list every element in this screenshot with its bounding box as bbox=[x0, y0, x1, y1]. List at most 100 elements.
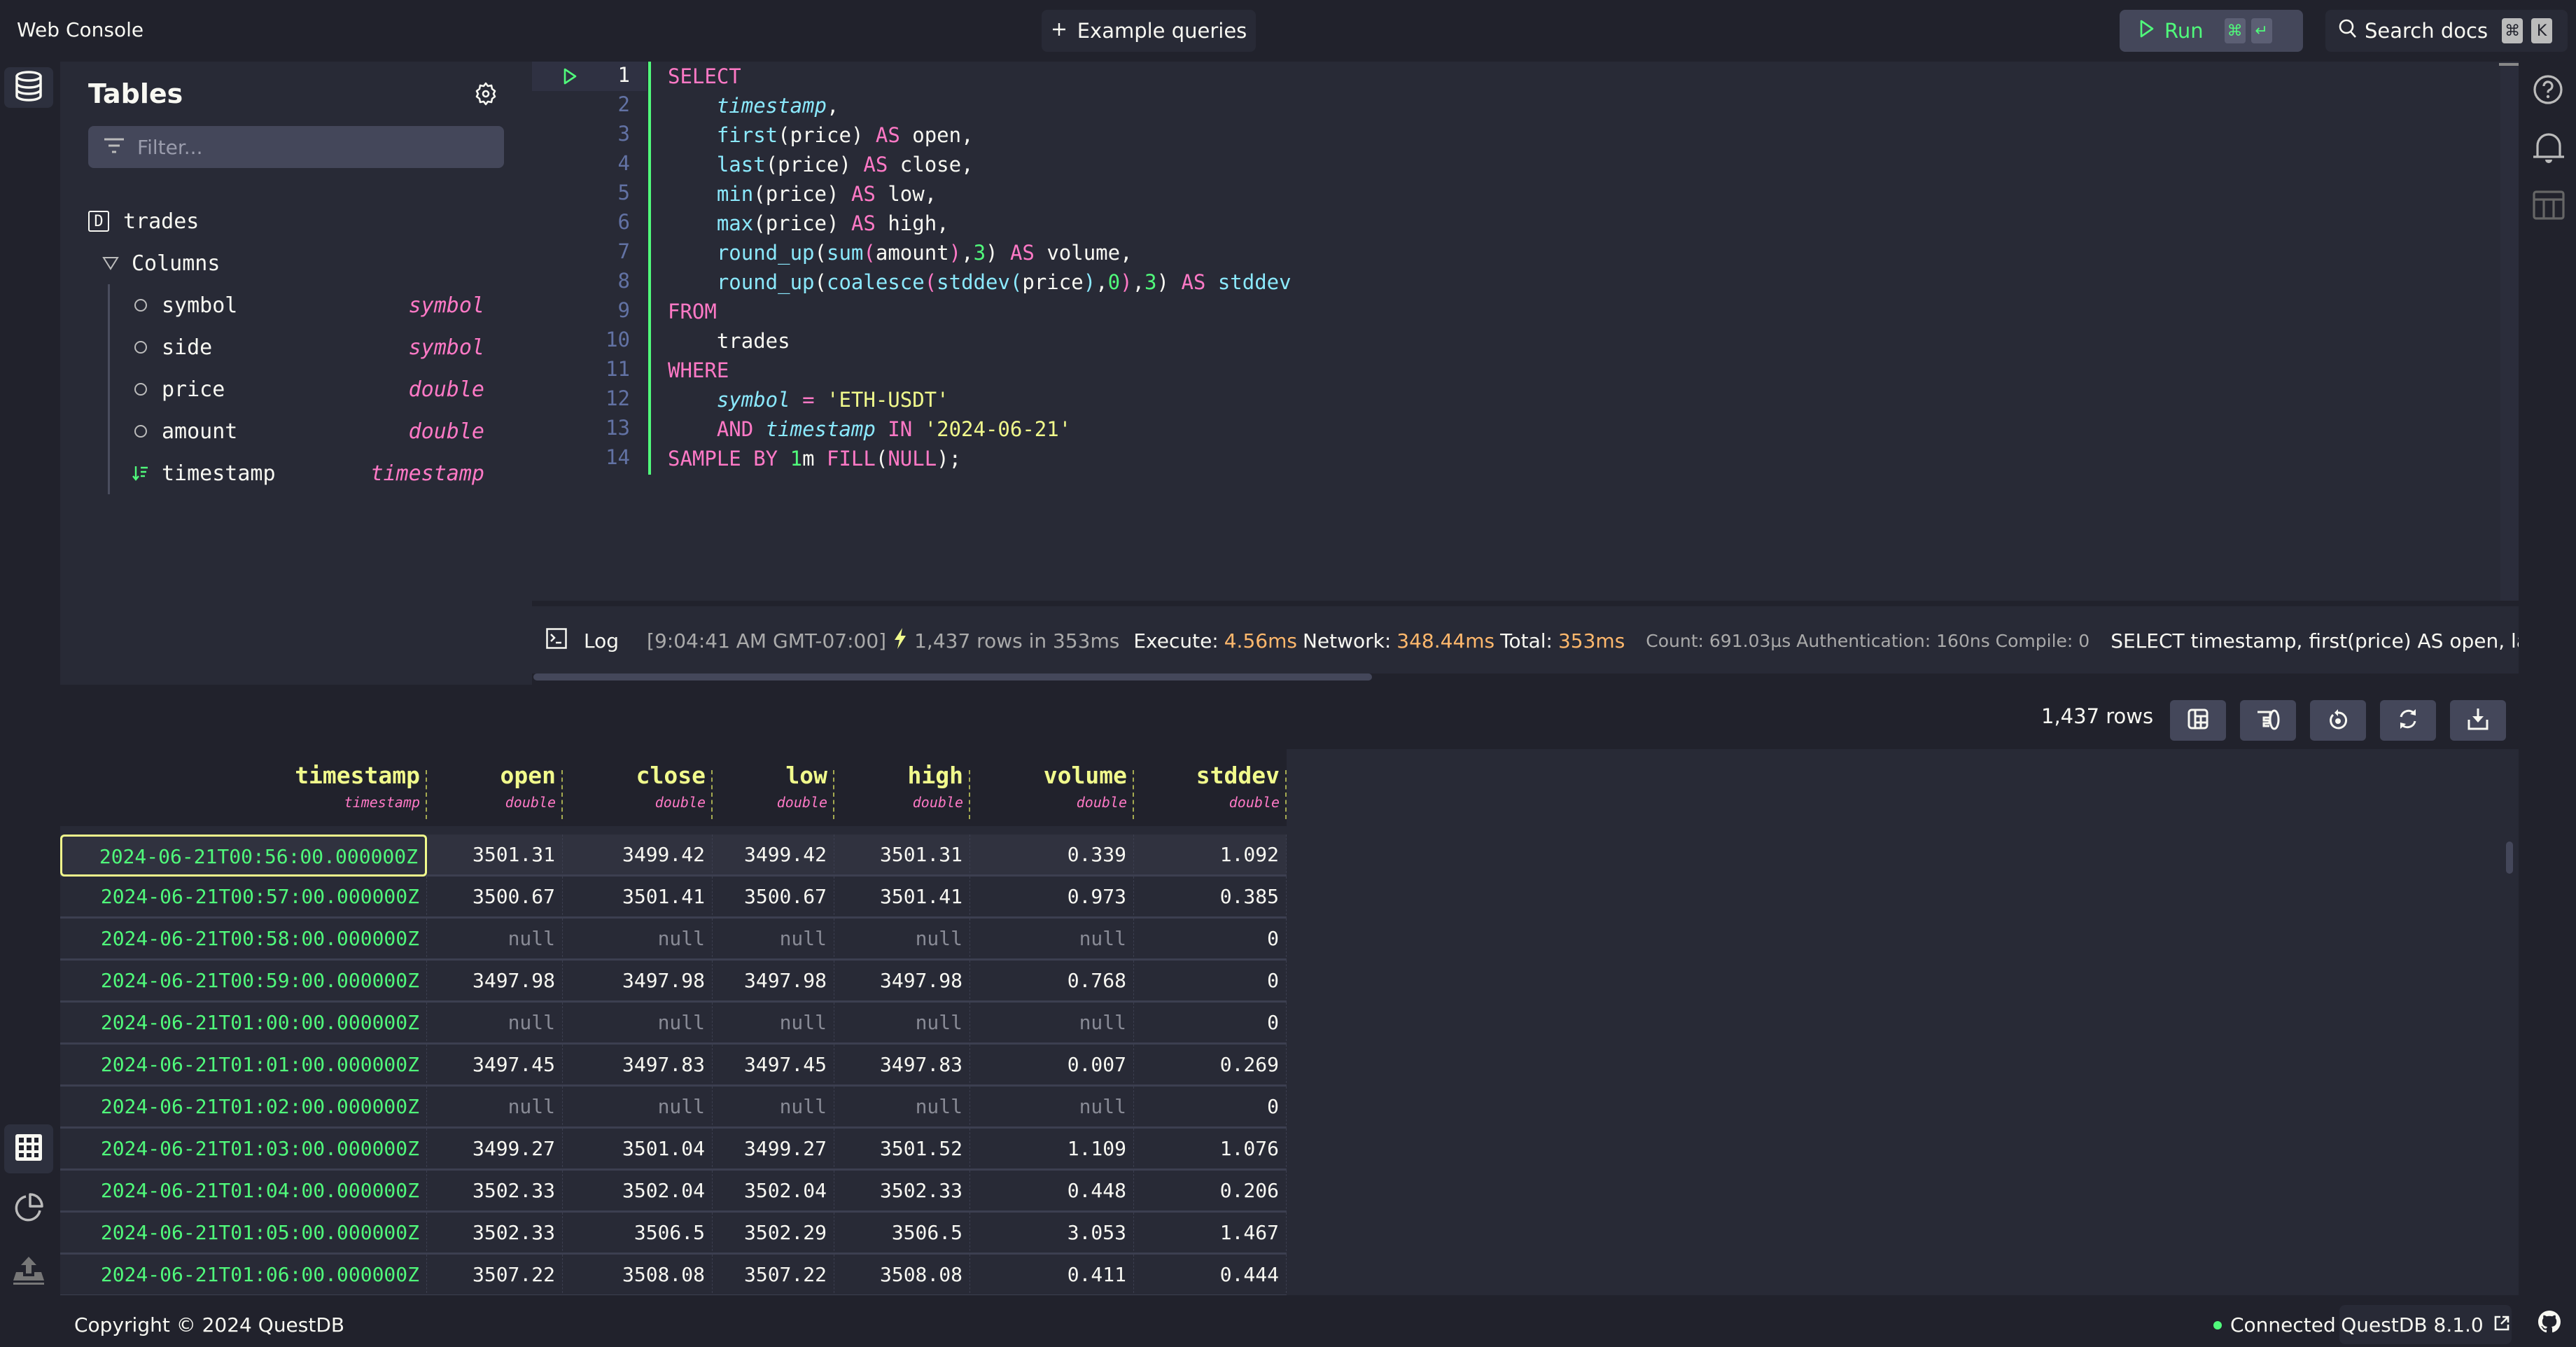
help-button[interactable] bbox=[2533, 74, 2563, 108]
cell-low[interactable]: 3499.27 bbox=[713, 1129, 834, 1171]
cell-volume[interactable]: 0.448 bbox=[970, 1171, 1134, 1213]
cell-volume[interactable]: null bbox=[970, 1003, 1134, 1045]
cell-volume[interactable]: 0.973 bbox=[970, 877, 1134, 919]
cell-stddev[interactable]: 1.076 bbox=[1134, 1129, 1287, 1171]
table-row[interactable]: 2024-06-21T01:01:00.000000Z 3497.45 3497.8… bbox=[60, 1045, 1287, 1087]
cell-close[interactable]: null bbox=[563, 919, 713, 961]
cell-low[interactable]: 3499.42 bbox=[713, 835, 834, 877]
cell-high[interactable]: 3501.31 bbox=[834, 835, 970, 877]
results-grid[interactable]: timestamp timestamp open double close double l… bbox=[60, 749, 2519, 1295]
cell-stddev[interactable]: 0.385 bbox=[1134, 877, 1287, 919]
cell-close[interactable]: null bbox=[563, 1003, 713, 1045]
table-row[interactable]: 2024-06-21T00:57:00.000000Z 3500.67 3501.4… bbox=[60, 877, 1287, 919]
editor-scrollbar[interactable] bbox=[2500, 62, 2519, 601]
cell-low[interactable]: null bbox=[713, 1003, 834, 1045]
cell-stddev[interactable]: 1.467 bbox=[1134, 1213, 1287, 1255]
cell-open[interactable]: 3499.27 bbox=[427, 1129, 563, 1171]
cell-low[interactable]: null bbox=[713, 1087, 834, 1129]
refresh-button[interactable] bbox=[2380, 700, 2436, 741]
chart-view-button[interactable] bbox=[4, 1189, 53, 1229]
cell-open[interactable]: 3497.45 bbox=[427, 1045, 563, 1087]
cell-high[interactable]: 3501.41 bbox=[834, 877, 970, 919]
cell-timestamp[interactable]: 2024-06-21T00:59:00.000000Z bbox=[60, 961, 427, 1003]
column-header-high[interactable]: high double bbox=[834, 749, 970, 826]
column-header-open[interactable]: open double bbox=[427, 749, 563, 826]
table-row[interactable]: 2024-06-21T01:05:00.000000Z 3502.33 3506.5… bbox=[60, 1213, 1287, 1255]
cell-volume[interactable]: 0.411 bbox=[970, 1255, 1134, 1295]
cell-open[interactable]: 3501.31 bbox=[427, 835, 563, 877]
log-horizontal-scrollbar[interactable] bbox=[533, 674, 1372, 681]
github-link[interactable] bbox=[2538, 1311, 2561, 1336]
cell-high[interactable]: 3506.5 bbox=[834, 1213, 970, 1255]
tables-nav-button[interactable] bbox=[4, 67, 53, 108]
tables-settings-button[interactable] bbox=[473, 81, 501, 109]
editor-scroll-thumb[interactable] bbox=[2499, 63, 2519, 66]
cell-volume[interactable]: 0.007 bbox=[970, 1045, 1134, 1087]
cell-low[interactable]: 3507.22 bbox=[713, 1255, 834, 1295]
cell-close[interactable]: 3499.42 bbox=[563, 835, 713, 877]
table-row[interactable]: 2024-06-21T01:00:00.000000Z null null null n… bbox=[60, 1003, 1287, 1045]
column-item-side[interactable]: side symbol bbox=[131, 326, 508, 368]
cell-high[interactable]: 3508.08 bbox=[834, 1255, 970, 1295]
column-item-timestamp[interactable]: timestamp timestamp bbox=[131, 452, 508, 494]
cell-close[interactable]: 3506.5 bbox=[563, 1213, 713, 1255]
cell-high[interactable]: null bbox=[834, 1003, 970, 1045]
cell-close[interactable]: 3497.83 bbox=[563, 1045, 713, 1087]
cell-timestamp[interactable]: 2024-06-21T01:00:00.000000Z bbox=[60, 1003, 427, 1045]
sql-editor[interactable]: 1 2 3 4 5 6 7 8 9 10 11 12 13 14 SELECT timestamp, fi… bbox=[532, 62, 2519, 601]
cell-timestamp[interactable]: 2024-06-21T00:58:00.000000Z bbox=[60, 919, 427, 961]
cell-timestamp[interactable]: 2024-06-21T01:05:00.000000Z bbox=[60, 1213, 427, 1255]
cell-timestamp[interactable]: 2024-06-21T01:06:00.000000Z bbox=[60, 1255, 427, 1295]
cell-low[interactable]: 3497.98 bbox=[713, 961, 834, 1003]
cell-volume[interactable]: null bbox=[970, 1087, 1134, 1129]
cell-open[interactable]: 3500.67 bbox=[427, 877, 563, 919]
freeze-columns-button[interactable] bbox=[2170, 700, 2226, 741]
grid-view-button[interactable] bbox=[4, 1124, 53, 1173]
cell-close[interactable]: 3502.04 bbox=[563, 1171, 713, 1213]
cell-volume[interactable]: 0.339 bbox=[970, 835, 1134, 877]
code-content[interactable]: SELECT timestamp, first(price) AS open, … bbox=[668, 62, 1292, 473]
cell-timestamp[interactable]: 2024-06-21T01:01:00.000000Z bbox=[60, 1045, 427, 1087]
columns-toggle[interactable]: Columns bbox=[88, 242, 508, 284]
notifications-button[interactable] bbox=[2533, 132, 2565, 168]
table-row[interactable]: 2024-06-21T00:58:00.000000Z null null null n… bbox=[60, 919, 1287, 961]
column-item-symbol[interactable]: symbol symbol bbox=[131, 284, 508, 326]
column-header-close[interactable]: close double bbox=[563, 749, 713, 826]
cell-timestamp[interactable]: 2024-06-21T01:03:00.000000Z bbox=[60, 1129, 427, 1171]
cell-stddev[interactable]: 0 bbox=[1134, 961, 1287, 1003]
run-line-icon[interactable] bbox=[563, 67, 578, 88]
cell-stddev[interactable]: 0 bbox=[1134, 1003, 1287, 1045]
cell-close[interactable]: 3508.08 bbox=[563, 1255, 713, 1295]
column-header-stddev[interactable]: stddev double bbox=[1134, 749, 1287, 826]
cell-low[interactable]: 3502.04 bbox=[713, 1171, 834, 1213]
cell-close[interactable]: 3497.98 bbox=[563, 961, 713, 1003]
cell-high[interactable]: 3501.52 bbox=[834, 1129, 970, 1171]
cell-timestamp[interactable]: 2024-06-21T01:04:00.000000Z bbox=[60, 1171, 427, 1213]
shrink-columns-button[interactable] bbox=[2240, 700, 2296, 741]
table-row[interactable]: 2024-06-21T00:56:00.000000Z 3501.31 3499.4… bbox=[60, 835, 1287, 877]
cell-timestamp[interactable]: 2024-06-21T01:02:00.000000Z bbox=[60, 1087, 427, 1129]
cell-open[interactable]: 3497.98 bbox=[427, 961, 563, 1003]
filter-field[interactable] bbox=[88, 126, 504, 168]
cell-open[interactable]: 3502.33 bbox=[427, 1171, 563, 1213]
import-button[interactable] bbox=[4, 1252, 53, 1292]
cell-high[interactable]: 3502.33 bbox=[834, 1171, 970, 1213]
cell-open[interactable]: null bbox=[427, 919, 563, 961]
cell-timestamp[interactable]: 2024-06-21T00:56:00.000000Z bbox=[60, 835, 427, 877]
cell-stddev[interactable]: 0.269 bbox=[1134, 1045, 1287, 1087]
cell-open[interactable]: 3507.22 bbox=[427, 1255, 563, 1295]
column-header-low[interactable]: low double bbox=[713, 749, 834, 826]
grid-vertical-scrollbar[interactable] bbox=[2506, 842, 2513, 874]
cell-high[interactable]: null bbox=[834, 1087, 970, 1129]
cell-high[interactable]: 3497.98 bbox=[834, 961, 970, 1003]
cell-open[interactable]: null bbox=[427, 1003, 563, 1045]
cell-volume[interactable]: 3.053 bbox=[970, 1213, 1134, 1255]
cell-high[interactable]: 3497.83 bbox=[834, 1045, 970, 1087]
cell-volume[interactable]: 0.768 bbox=[970, 961, 1134, 1003]
table-item-trades[interactable]: D trades bbox=[88, 200, 508, 242]
cell-volume[interactable]: null bbox=[970, 919, 1134, 961]
cell-stddev[interactable]: 0.444 bbox=[1134, 1255, 1287, 1295]
cell-volume[interactable]: 1.109 bbox=[970, 1129, 1134, 1171]
column-item-amount[interactable]: amount double bbox=[131, 410, 508, 452]
cell-stddev[interactable]: 0 bbox=[1134, 1087, 1287, 1129]
